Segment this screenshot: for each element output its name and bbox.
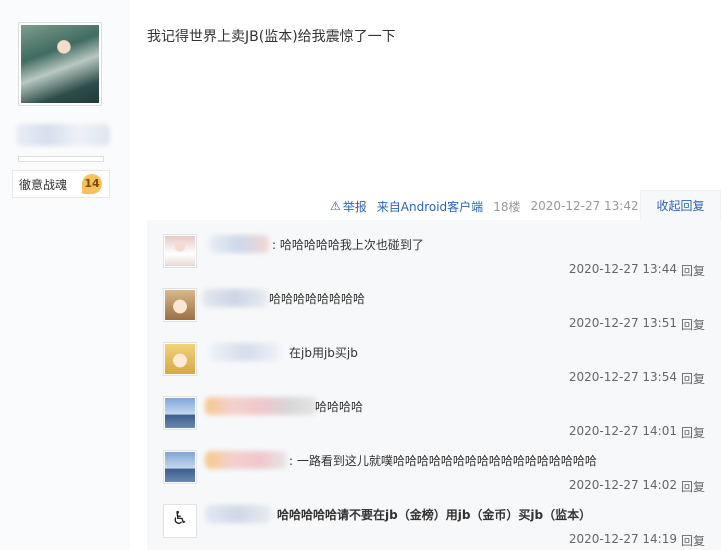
client-info: 来自Android客户端 <box>377 198 483 215</box>
post-content: 我记得世界上卖JB(监本)给我震惊了一下 <box>147 29 396 45</box>
reply-item: 哈哈哈哈 2020-12-27 14:01 回复 <box>147 382 721 440</box>
reply-avatar[interactable] <box>163 396 197 430</box>
reply-item: : 一路看到这儿就噗哈哈哈哈哈哈哈哈哈哈哈哈哈哈哈哈哈 2020-12-27 1… <box>147 436 721 494</box>
author-exp-bar <box>18 156 104 162</box>
reply-text: 在jb用jb买jb <box>289 346 358 360</box>
reply-list: : 哈哈哈哈哈我上次也碰到了 2020-12-27 13:44 回复 哈哈哈哈哈… <box>147 220 721 550</box>
reply-avatar[interactable]: ♿ <box>163 504 197 538</box>
client-link[interactable]: 来自Android客户端 <box>377 200 483 214</box>
car-avatar-icon <box>165 398 195 428</box>
reply-avatar[interactable] <box>163 234 197 268</box>
post-tail: ⚠ 举报 来自Android客户端 18楼 2020-12-27 13:42 <box>330 196 639 216</box>
reply-avatar[interactable] <box>163 288 197 322</box>
level-badge[interactable]: 徹意战魂 14 <box>12 170 110 198</box>
reply-username-blurred[interactable] <box>202 289 268 307</box>
author-panel: 徹意战魂 14 <box>0 0 130 550</box>
wheelchair-avatar-icon: ♿ <box>165 506 195 536</box>
reply-avatar[interactable] <box>163 342 197 376</box>
reply-text: 哈哈哈哈哈请不要在jb（金榜）用jb（金币）买jb（监本） <box>277 508 592 522</box>
reply-button[interactable]: 回复 <box>681 532 705 549</box>
reply-username-blurred[interactable] <box>205 505 271 523</box>
collapse-reply-button[interactable]: 收起回复 <box>640 190 721 220</box>
author-name-blurred[interactable] <box>16 124 110 146</box>
reply-text: : 哈哈哈哈哈我上次也碰到了 <box>272 238 424 252</box>
reply-username-blurred[interactable] <box>205 451 287 469</box>
anime-avatar-icon <box>165 344 195 374</box>
reply-avatar[interactable] <box>163 450 197 484</box>
floor-number: 18楼 <box>493 199 521 214</box>
post-datetime: 2020-12-27 13:42 <box>530 199 639 213</box>
level-title: 徹意战魂 <box>19 177 68 192</box>
avatar-image <box>21 25 99 103</box>
reply-item: 哈哈哈哈哈哈哈哈 2020-12-27 13:51 回复 <box>147 274 721 332</box>
reply-username-blurred[interactable] <box>205 397 317 415</box>
anime-avatar-icon <box>165 290 195 320</box>
reply-text: 哈哈哈哈哈哈哈哈 <box>269 292 366 306</box>
girl-avatar-icon <box>165 236 195 266</box>
author-avatar[interactable] <box>18 22 102 106</box>
reply-text: 哈哈哈哈 <box>315 400 364 414</box>
warning-icon: ⚠ <box>330 199 341 213</box>
car-avatar-icon <box>165 452 195 482</box>
reply-item: 在jb用jb买jb 2020-12-27 13:54 回复 <box>147 328 721 386</box>
level-number-badge: 14 <box>82 174 102 194</box>
reply-username-blurred[interactable] <box>209 235 269 253</box>
reply-item: ♿ 哈哈哈哈哈请不要在jb（金榜）用jb（金币）买jb（监本） 2020-12-… <box>147 490 721 548</box>
report-button[interactable]: ⚠ 举报 <box>330 198 367 215</box>
report-label: 举报 <box>342 199 367 214</box>
reply-item: : 哈哈哈哈哈我上次也碰到了 2020-12-27 13:44 回复 <box>147 220 721 278</box>
reply-username-blurred[interactable] <box>209 343 281 361</box>
reply-text: : 一路看到这儿就噗哈哈哈哈哈哈哈哈哈哈哈哈哈哈哈哈哈 <box>289 454 597 468</box>
reply-time: 2020-12-27 14:19 <box>568 532 677 546</box>
